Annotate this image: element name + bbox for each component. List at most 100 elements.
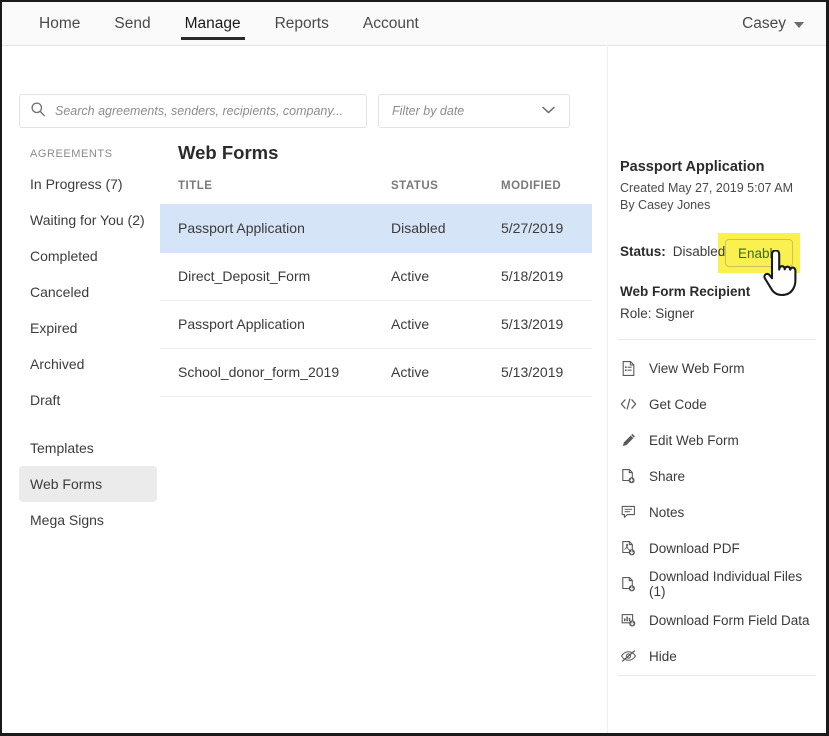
action-label: Get Code [649,397,707,412]
table-body: Passport Application Disabled 5/27/2019 … [160,204,592,396]
cell-status: Disabled [373,204,483,252]
chevron-down-icon [541,102,556,120]
status-label: Status: [620,244,666,259]
user-name-label: Casey [742,15,786,33]
download-pdf-icon [620,540,637,557]
cell-title: Passport Application [160,300,373,348]
note-bubble-icon [620,504,637,521]
panel-divider [618,339,816,340]
cell-title: School_donor_form_2019 [160,348,373,396]
recipient-role: Role: Signer [620,306,694,321]
date-filter-dropdown[interactable]: Filter by date [378,94,570,128]
action-label: Edit Web Form [649,433,739,448]
download-chart-icon [620,612,637,629]
chevron-down-icon [794,22,804,28]
web-forms-table: TITLE STATUS MODIFIED Passport Applicati… [160,180,592,397]
cell-title: Direct_Deposit_Form [160,252,373,300]
pencil-icon [620,432,637,449]
search-icon [30,101,46,122]
column-header-modified[interactable]: MODIFIED [483,180,592,204]
app-window: Home Send Manage Reports Account Casey S… [0,0,829,736]
detail-panel: Passport Application Created May 27, 201… [607,47,826,733]
sidebar-item-draft[interactable]: Draft [19,382,157,418]
action-download-form-field-data[interactable]: Download Form Field Data [620,602,820,638]
nav-item-home[interactable]: Home [22,2,97,45]
sidebar-item-expired[interactable]: Expired [19,310,157,346]
page-title: Web Forms [160,142,592,164]
sidebar-item-mega-signs[interactable]: Mega Signs [19,502,157,538]
detail-author: By Casey Jones [620,197,793,214]
cell-modified: 5/18/2019 [483,252,592,300]
sidebar-item-canceled[interactable]: Canceled [19,274,157,310]
table-row[interactable]: Direct_Deposit_Form Active 5/18/2019 [160,252,592,300]
action-download-pdf[interactable]: Download PDF [620,530,820,566]
nav-item-reports[interactable]: Reports [258,2,346,45]
sidebar-item-in-progress[interactable]: In Progress (7) [19,166,157,202]
recipient-heading: Web Form Recipient [620,284,750,299]
table-row[interactable]: Passport Application Disabled 5/27/2019 [160,204,592,252]
enable-button[interactable]: Enable [725,239,793,267]
sidebar: AGREEMENTS In Progress (7) Waiting for Y… [2,142,157,538]
table-row[interactable]: Passport Application Active 5/13/2019 [160,300,592,348]
cell-status: Active [373,300,483,348]
action-label: Notes [649,505,684,520]
nav-item-send[interactable]: Send [97,2,167,45]
search-input[interactable] [55,104,356,118]
action-list: View Web Form Get Code [620,350,820,674]
action-view-web-form[interactable]: View Web Form [620,350,820,386]
table-header-row: TITLE STATUS MODIFIED [160,180,592,204]
nav-item-account[interactable]: Account [346,2,436,45]
nav-items: Home Send Manage Reports Account [2,2,436,45]
main-content: Web Forms TITLE STATUS MODIFIED Passport… [160,142,592,397]
panel-divider-bottom [618,675,816,676]
column-header-title[interactable]: TITLE [160,180,373,204]
sidebar-item-completed[interactable]: Completed [19,238,157,274]
cell-modified: 5/13/2019 [483,300,592,348]
sidebar-item-templates[interactable]: Templates [19,430,157,466]
sidebar-item-web-forms[interactable]: Web Forms [19,466,157,502]
nav-item-manage[interactable]: Manage [168,2,258,45]
action-edit-web-form[interactable]: Edit Web Form [620,422,820,458]
date-filter-label: Filter by date [392,104,464,118]
action-download-individual-files[interactable]: Download Individual Files (1) [620,566,820,602]
share-document-icon [620,468,637,485]
column-header-status[interactable]: STATUS [373,180,483,204]
sidebar-item-waiting-for-you[interactable]: Waiting for You (2) [19,202,157,238]
action-hide[interactable]: Hide [620,638,820,674]
action-label: Download Form Field Data [649,613,810,628]
action-share[interactable]: Share [620,458,820,494]
detail-created: Created May 27, 2019 5:07 AM [620,180,793,197]
action-notes[interactable]: Notes [620,494,820,530]
detail-status-row: Status: Disabled [620,244,725,259]
action-get-code[interactable]: Get Code [620,386,820,422]
download-file-icon [620,576,637,593]
detail-title: Passport Application [620,159,764,175]
nav-label: Manage [185,15,241,33]
status-value: Disabled [673,244,726,259]
cell-modified: 5/13/2019 [483,348,592,396]
user-menu[interactable]: Casey [742,2,804,45]
nav-label: Account [363,15,419,33]
sidebar-divider-gap [19,418,157,430]
search-bar[interactable] [19,94,367,128]
table-header: TITLE STATUS MODIFIED [160,180,592,204]
cell-status: Active [373,252,483,300]
action-label: Hide [649,649,677,664]
detail-meta: Created May 27, 2019 5:07 AM By Casey Jo… [620,180,793,214]
action-label: Share [649,469,685,484]
code-brackets-icon [620,396,637,413]
nav-label: Home [39,15,80,33]
cell-title: Passport Application [160,204,373,252]
top-navigation-bar: Home Send Manage Reports Account Casey [2,2,826,46]
nav-label: Send [114,15,150,33]
cell-status: Active [373,348,483,396]
sidebar-item-archived[interactable]: Archived [19,346,157,382]
sidebar-heading-agreements: AGREEMENTS [19,142,157,166]
action-label: Download PDF [649,541,740,556]
document-list-icon [620,360,637,377]
nav-label: Reports [275,15,329,33]
cell-modified: 5/27/2019 [483,204,592,252]
action-label: Download Individual Files (1) [649,569,820,599]
table-row[interactable]: School_donor_form_2019 Active 5/13/2019 [160,348,592,396]
action-label: View Web Form [649,361,745,376]
